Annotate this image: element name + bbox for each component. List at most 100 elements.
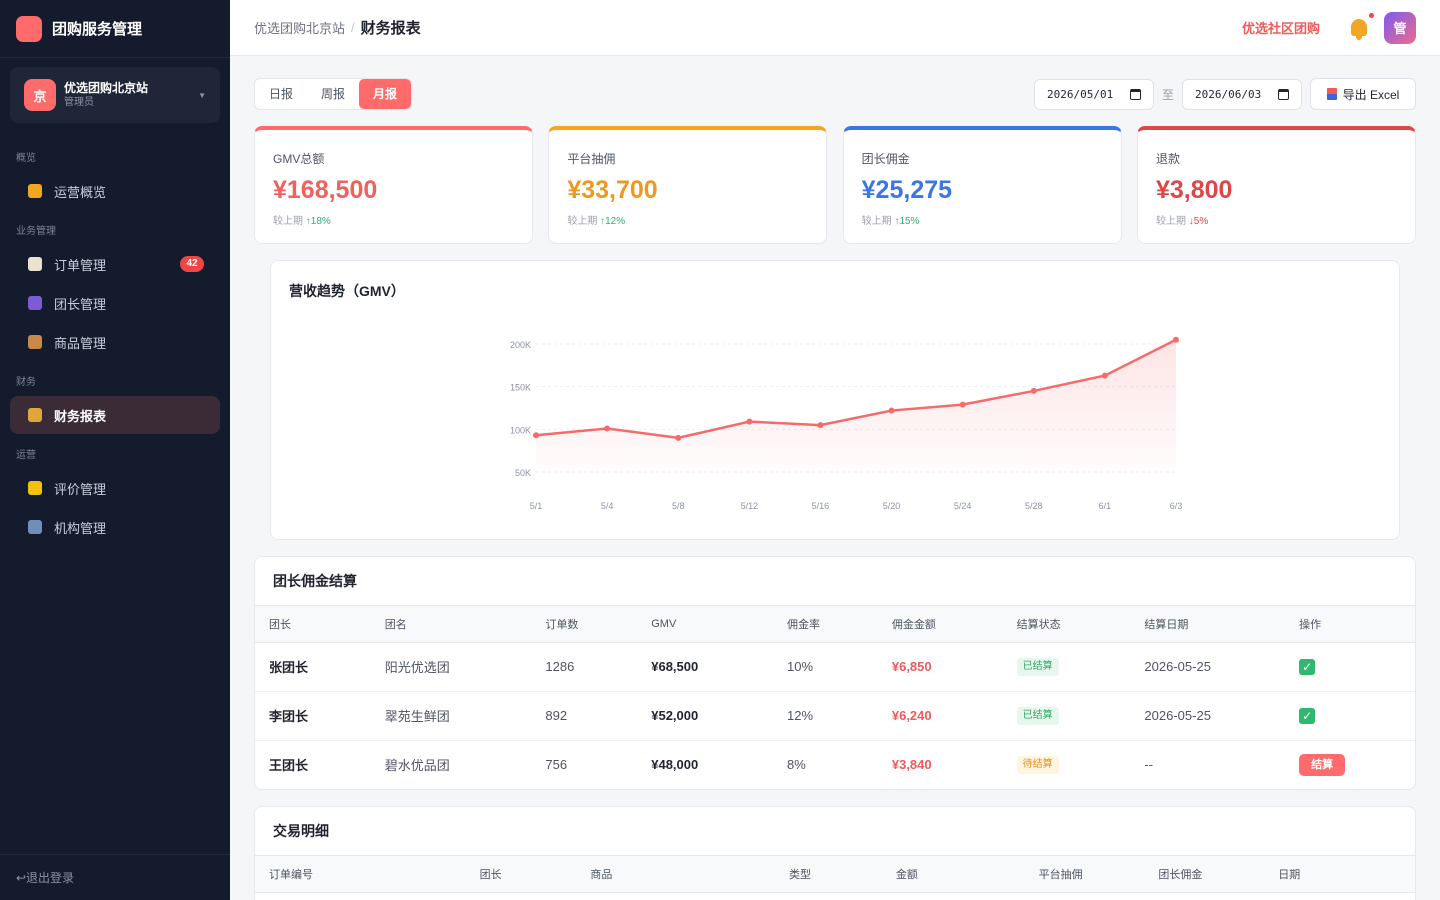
user-avatar[interactable]: 管 [1384,11,1416,44]
breadcrumb-root[interactable]: 优选团购北京站 [254,18,345,37]
transactions-table: 订单编号 团长 商品 类型 金额 平台抽佣 团长佣金 日期 [255,856,1415,893]
sidebar: 团购服务管理 京 优选团购北京站 管理员 ▼ 概览 运营概览 业务管理 订单管理 42 团… [0,0,230,900]
date-to-input[interactable]: 2026/06/03 [1182,78,1302,110]
sidebar-item-money-bag[interactable]: 财务报表 [10,396,220,434]
y-tick-label: 200K [510,340,531,350]
tab-period-1[interactable]: 周报 [307,79,359,109]
package-icon [28,335,42,349]
sidebar-item-label: 团长管理 [54,296,107,312]
commission-rate: 12% [773,691,878,741]
order-count-badge: 42 [180,256,204,272]
sidebar-item-users[interactable]: 团长管理 [10,284,220,322]
gmv-point[interactable] [817,422,824,429]
stat-compare: 较上期 ↓5% [1156,212,1397,227]
x-tick-label: 6/3 [1170,501,1183,511]
stat-value: ¥168,500 [273,176,378,204]
table-row: 王团长 碧水优品团 756 ¥48,000 8% ¥3,840 待结算 -- 结算 [255,740,1415,789]
commission-amount: ¥6,850 [877,642,1003,692]
caret-down-icon: ▼ [198,90,206,100]
gmv-point[interactable] [1030,387,1037,394]
settlement-date: -- [1144,757,1154,773]
column-header: 订单编号 [255,856,466,893]
settlement-date: 2026-05-25 [1130,642,1286,692]
x-tick-label: 5/1 [530,501,543,511]
x-tick-label: 5/16 [812,501,830,511]
settle-button[interactable]: 结算 [1299,753,1346,776]
x-tick-label: 6/1 [1099,501,1112,511]
commission-table: 团长 团名 订单数 GMV 佣金率 佣金金额 结算状态 结算日期 操作 张团长 阳光优选团 1286… [255,606,1415,789]
tab-period-0[interactable]: 日报 [255,79,307,109]
gmv-point[interactable] [1101,372,1108,379]
calendar-icon[interactable] [1129,88,1141,100]
stat-change: ↓5% [1188,216,1209,227]
breadcrumb-separator: / [351,20,355,35]
column-header: 团长 [255,606,371,643]
brand-logo-icon [16,15,42,42]
commission-settlement-card: 团长佣金结算 团长 团名 订单数 GMV 佣金率 佣金金额 结算状态 结算日期 操作 张团长 阳光… [254,556,1416,790]
star-icon [28,481,42,495]
group-name: 翠苑生鲜团 [370,691,532,741]
y-tick-label: 150K [510,383,531,393]
gmv-trend-chart: 50K 100K 150K 200K 5/1 5/4 5/8 5/12 5/16 5/20 5/24… [510,336,1183,511]
stat-change: ↑18% [305,216,331,227]
calendar-icon[interactable] [1278,88,1289,100]
commission-rate: 8% [787,757,806,773]
leader-name: 张团长 [255,642,371,692]
commission-rate: 10% [773,642,878,692]
sidebar-item-chart[interactable]: 运营概览 [10,172,220,210]
logout-button[interactable]: ↩退出登录 [0,854,230,900]
stat-compare: 较上期 ↑12% [567,212,808,227]
gmv-point[interactable] [604,425,611,432]
column-header: 平台抽佣 [1024,856,1145,893]
column-header: 团长佣金 [1144,856,1265,893]
community-link[interactable]: 优选社区团购 [1242,18,1320,37]
column-header: 团名 [370,606,532,643]
gmv-trend-chart-card: 50K 100K 150K 200K 5/1 5/4 5/8 5/12 5/16 5/20 5/24… [270,260,1400,540]
column-header: GMV [637,606,774,643]
sidebar-item-label: 机构管理 [54,520,107,536]
sidebar-item-label: 商品管理 [54,335,107,351]
gmv-point[interactable] [533,432,539,439]
sidebar-item-package[interactable]: 商品管理 [10,323,220,361]
money-bag-icon [28,408,42,422]
leader-name: 王团长 [269,758,309,774]
gmv-point[interactable] [959,401,966,408]
notification-bell-icon[interactable] [1344,12,1374,43]
gmv-point[interactable] [888,407,895,414]
column-header: 佣金金额 [877,606,1003,643]
stat-value: ¥33,700 [567,176,658,204]
date-range-separator: 至 [1161,87,1174,102]
transactions-table-title: 交易明细 [255,807,1415,856]
x-tick-label: 5/28 [1025,501,1043,511]
date-from-input[interactable]: 2026/05/01 [1033,78,1154,110]
y-tick-label: 50K [515,468,531,478]
gmv-point[interactable] [746,418,753,425]
order-count: 1286 [531,642,638,692]
x-tick-label: 5/4 [601,501,614,511]
x-tick-label: 5/20 [883,501,901,511]
stat-compare-label: 较上期 [567,216,598,227]
order-count: 892 [531,691,638,741]
status-badge: 已结算 [1016,658,1059,676]
stat-label: GMV总额 [273,152,325,166]
tab-period-2[interactable]: 月报 [359,79,411,109]
status-badge: 待结算 [1016,756,1059,775]
stat-compare-label: 较上期 [273,216,303,227]
chart-title: 营收趋势（GMV） [289,283,405,299]
gmv-area [536,339,1176,472]
brand: 团购服务管理 [0,0,230,58]
stat-compare-label: 较上期 [1155,216,1186,227]
gmv-point[interactable] [1173,336,1179,343]
order-count: 756 [545,757,568,773]
stat-card: 退款 ¥3,800 较上期 ↓5% [1136,126,1416,244]
org-switcher[interactable]: 京 优选团购北京站 管理员 ▼ [10,67,220,123]
export-excel-button[interactable]: 导出 Excel [1310,78,1416,110]
status-badge: 已结算 [1016,707,1059,725]
gmv-value: ¥48,000 [651,757,699,773]
gmv-point[interactable] [675,434,682,441]
sidebar-item-clipboard[interactable]: 订单管理 42 [10,245,220,283]
sidebar-item-star[interactable]: 评价管理 [10,469,220,507]
gmv-value: ¥68,500 [637,642,774,692]
org-role: 管理员 [64,97,94,108]
sidebar-item-building[interactable]: 机构管理 [10,508,220,546]
